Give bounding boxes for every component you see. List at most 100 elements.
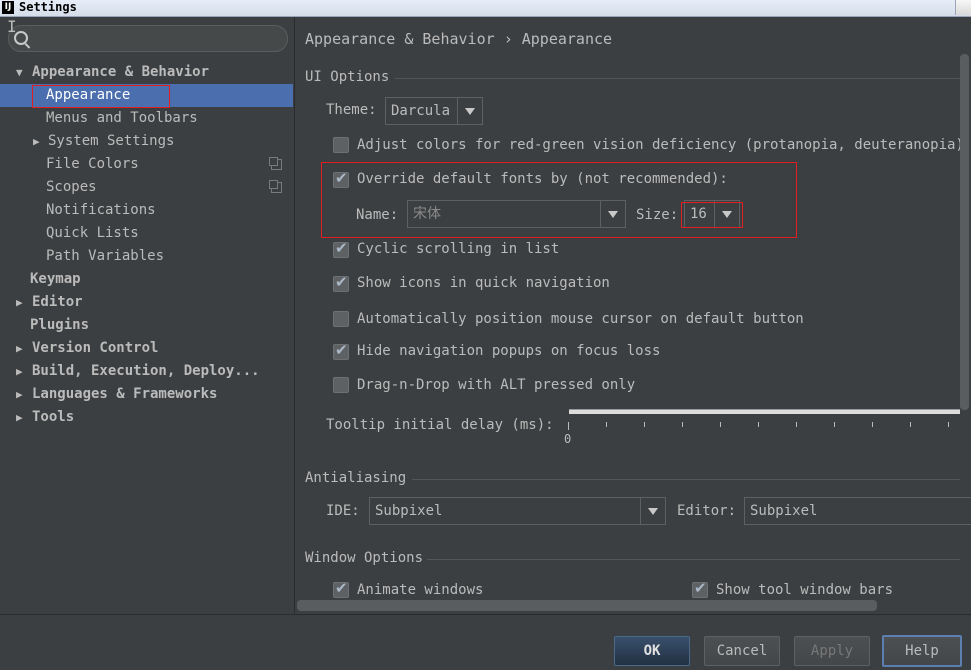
tree-item-system-settings[interactable]: ▶ System Settings — [0, 130, 293, 153]
vertical-scrollbar[interactable] — [960, 54, 969, 410]
tree-item-label: Menus and Toolbars — [46, 110, 198, 126]
slider-tick — [758, 422, 759, 427]
animate-windows-checkbox[interactable] — [333, 579, 349, 598]
tree-item-label: Version Control — [32, 340, 159, 356]
window-title: Settings — [19, 0, 77, 14]
breadcrumb-separator: › — [503, 30, 513, 48]
expand-arrow-icon[interactable]: ▶ — [16, 291, 23, 314]
theme-value: Darcula — [391, 103, 451, 119]
adjust-colors-checkbox[interactable] — [333, 137, 349, 153]
tree-item-label: Editor — [32, 294, 83, 310]
slider-tick — [834, 422, 835, 427]
tree-item-languages-frameworks[interactable]: ▶ Languages & Frameworks — [0, 383, 293, 406]
animate-windows-label: Animate windows — [357, 582, 484, 598]
tree-item-scopes[interactable]: Scopes — [0, 176, 293, 199]
show-icons-label: Show icons in quick navigation — [357, 275, 610, 291]
adjust-colors-text: Adjust colors for red-green vision defic… — [357, 137, 964, 153]
slider-tick — [644, 422, 645, 427]
chevron-down-icon[interactable] — [600, 201, 626, 227]
title-bar — [0, 0, 971, 17]
ide-antialiasing-select[interactable]: Subpixel — [369, 497, 666, 525]
expand-arrow-icon[interactable]: ▶ — [16, 360, 23, 383]
expand-arrow-icon[interactable]: ▶ — [16, 383, 23, 406]
intellij-app-icon: IJ — [2, 1, 14, 14]
cyclic-scrolling-label: Cyclic scrolling in list — [357, 241, 560, 257]
slider-tick — [606, 422, 607, 427]
tree-item-label: Keymap — [30, 271, 81, 287]
section-divider — [395, 78, 960, 79]
section-title-ui-options: UI Options — [305, 69, 390, 85]
slider-tick — [910, 422, 911, 427]
tree-item-label: System Settings — [48, 133, 175, 149]
section-title-window-options: Window Options — [305, 550, 424, 566]
tree-item-label: Build, Execution, Deploy... — [32, 363, 260, 379]
font-name-select[interactable]: 宋体 — [407, 200, 626, 228]
tree-item-tools[interactable]: ▶ Tools — [0, 406, 293, 429]
breadcrumb: Appearance & Behavior › Appearance — [305, 30, 612, 48]
tree-item-editor[interactable]: ▶ Editor — [0, 291, 293, 314]
highlight-box-appearance — [32, 85, 170, 108]
chevron-down-icon[interactable] — [640, 498, 666, 524]
horizontal-scrollbar[interactable] — [297, 600, 877, 611]
help-button[interactable]: Help — [882, 635, 962, 667]
section-divider — [427, 559, 960, 560]
theme-label: Theme: — [326, 102, 377, 118]
override-fonts-label: Override default fonts by (not recommend… — [357, 171, 728, 187]
tree-item-plugins[interactable]: Plugins — [0, 314, 293, 337]
section-divider — [412, 479, 960, 480]
override-fonts-checkbox[interactable] — [333, 169, 349, 188]
font-name-label: Name: — [356, 207, 399, 223]
tree-item-appearance-behavior[interactable]: ▼ Appearance & Behavior — [0, 61, 293, 84]
hide-popups-checkbox[interactable] — [333, 341, 349, 360]
tree-item-label: Scopes — [46, 179, 97, 195]
show-tool-window-bars-label: Show tool window bars — [716, 582, 894, 598]
theme-select[interactable]: Darcula — [385, 97, 483, 125]
tree-item-label: Notifications — [46, 202, 156, 218]
drag-drop-checkbox[interactable] — [333, 377, 349, 393]
hide-popups-label: Hide navigation popups on focus loss — [357, 343, 661, 359]
expand-arrow-icon[interactable]: ▶ — [33, 130, 40, 153]
font-name-value: 宋体 — [413, 206, 441, 222]
ide-antialiasing-value: Subpixel — [375, 503, 443, 519]
tree-item-path-variables[interactable]: Path Variables — [0, 245, 293, 268]
tree-item-menus-toolbars[interactable]: Menus and Toolbars — [0, 107, 293, 130]
slider-tick — [796, 422, 797, 427]
slider-tick — [720, 422, 721, 427]
tooltip-delay-label: Tooltip initial delay (ms): — [326, 417, 554, 433]
show-icons-checkbox[interactable] — [333, 273, 349, 292]
window-close-button[interactable] — [955, 0, 971, 15]
ide-label: IDE: — [326, 503, 360, 519]
slider-tick — [872, 422, 873, 427]
tree-item-keymap[interactable]: Keymap — [0, 268, 293, 291]
section-title-antialiasing: Antialiasing — [305, 470, 407, 486]
tree-item-build-execution[interactable]: ▶ Build, Execution, Deploy... — [0, 360, 293, 383]
breadcrumb-current: Appearance — [521, 30, 613, 48]
highlight-box-font-size — [681, 202, 743, 228]
auto-position-checkbox[interactable] — [333, 311, 349, 327]
slider-tick — [568, 422, 569, 430]
tree-item-label: Quick Lists — [46, 225, 139, 241]
show-tool-window-bars-checkbox[interactable] — [692, 579, 708, 598]
tree-item-label: Appearance & Behavior — [32, 64, 210, 80]
expand-arrow-icon[interactable]: ▼ — [16, 61, 23, 84]
cyclic-scrolling-checkbox[interactable] — [333, 239, 349, 258]
editor-antialiasing-select[interactable]: Subpixel — [744, 497, 971, 525]
tree-item-notifications[interactable]: Notifications — [0, 199, 293, 222]
chevron-down-icon[interactable] — [457, 98, 483, 124]
drag-drop-label: Drag-n-Drop with ALT pressed only — [357, 377, 636, 393]
apply-button[interactable]: Apply — [794, 636, 870, 666]
expand-arrow-icon[interactable]: ▶ — [16, 337, 23, 360]
tree-item-label: Plugins — [30, 317, 90, 333]
ok-button[interactable]: OK — [614, 636, 690, 666]
expand-arrow-icon[interactable]: ▶ — [16, 406, 23, 429]
text-cursor-icon: I — [7, 17, 17, 36]
breadcrumb-parent[interactable]: Appearance & Behavior — [305, 30, 495, 48]
adjust-colors-label: Adjust colors for red-green vision defic… — [357, 137, 971, 153]
cancel-button[interactable]: Cancel — [704, 636, 780, 666]
tree-item-version-control[interactable]: ▶ Version Control — [0, 337, 293, 360]
tooltip-delay-slider[interactable] — [569, 409, 960, 414]
tree-item-file-colors[interactable]: File Colors — [0, 153, 293, 176]
search-input[interactable] — [8, 25, 288, 52]
tree-item-label: File Colors — [46, 156, 139, 172]
tree-item-quick-lists[interactable]: Quick Lists — [0, 222, 293, 245]
